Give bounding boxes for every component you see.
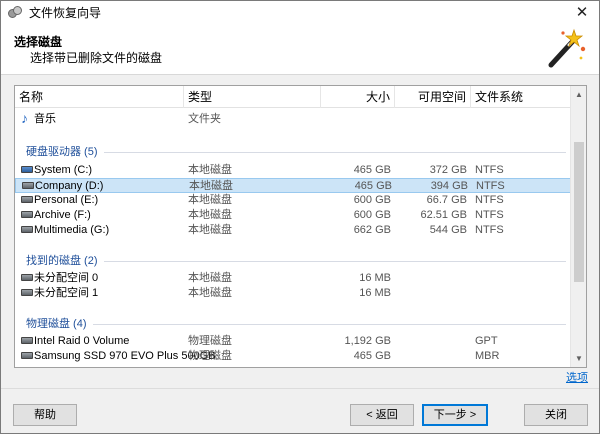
item-type: 本地磁盘	[189, 180, 233, 192]
drive-icon	[21, 289, 33, 297]
item-free: 372 GB	[429, 164, 467, 176]
app-disk-icon	[7, 4, 23, 20]
item-name: 音乐	[34, 113, 56, 125]
drive-icon	[21, 337, 33, 345]
item-free: 544 GB	[429, 224, 467, 236]
column-size[interactable]: 大小	[321, 86, 395, 108]
list-item-multimedia-g[interactable]: Multimedia (G:) 本地磁盘 662 GB 544 GB NTFS	[15, 223, 571, 238]
recovery-wizard-window: 文件恢复向导 ✕ 选择磁盘 选择带已删除文件的磁盘 视频 文件夹 ♪ 音乐 文件…	[0, 0, 600, 434]
item-size: 16 MB	[359, 287, 391, 299]
scroll-up-arrow-icon[interactable]: ▲	[571, 86, 586, 103]
wizard-header: 选择磁盘 选择带已删除文件的磁盘	[1, 23, 599, 75]
item-name: Intel Raid 0 Volume	[34, 335, 130, 347]
footer-divider	[1, 388, 599, 389]
next-button[interactable]: 下一步 >	[422, 404, 488, 426]
list-item-archive-f[interactable]: Archive (F:) 本地磁盘 600 GB 62.51 GB NTFS	[15, 208, 571, 223]
close-window-button[interactable]: ✕	[565, 1, 599, 23]
item-name: 未分配空间 0	[34, 272, 99, 284]
column-header: 名称 类型 大小 可用空间 文件系统	[15, 86, 571, 108]
list-item-personal-e[interactable]: Personal (E:) 本地磁盘 600 GB 66.7 GB NTFS	[15, 193, 571, 208]
list-item-intel-raid[interactable]: Intel Raid 0 Volume 物理磁盘 1,192 GB GPT	[15, 334, 571, 349]
help-button[interactable]: 帮助	[13, 404, 77, 426]
item-free: 394 GB	[430, 180, 468, 192]
item-type: 本地磁盘	[188, 287, 232, 299]
drive-icon	[21, 211, 33, 219]
item-size: 600 GB	[353, 209, 391, 221]
item-type: 本地磁盘	[188, 209, 232, 221]
group-title-physical-disks: 物理磁盘 (4)	[26, 316, 93, 332]
music-note-icon: ♪	[21, 110, 28, 126]
item-size: 16 MB	[359, 272, 391, 284]
drive-icon	[21, 352, 33, 360]
window-title: 文件恢复向导	[29, 5, 102, 20]
item-size: 600 GB	[353, 194, 391, 206]
item-fs: GPT	[475, 335, 498, 347]
item-name: 未分配空间 1	[34, 287, 99, 299]
item-type: 本地磁盘	[188, 272, 232, 284]
item-type: 文件夹	[188, 113, 221, 125]
list-item-samsung-ssd[interactable]: Samsung SSD 970 EVO Plus 500GB 物理磁盘 465 …	[15, 349, 571, 364]
item-free: 62.51 GB	[420, 209, 467, 221]
drive-icon	[21, 226, 33, 234]
list-item-company-d[interactable]: Company (D:) 本地磁盘 465 GB 394 GB NTFS	[15, 178, 571, 193]
group-title-found-disks: 找到的磁盘 (2)	[26, 253, 104, 269]
drive-icon	[22, 182, 34, 190]
item-fs: NTFS	[475, 164, 504, 176]
system-drive-icon	[21, 166, 33, 174]
item-size: 465 GB	[353, 164, 391, 176]
group-divider	[26, 261, 566, 262]
item-type: 本地磁盘	[188, 224, 232, 236]
list-item-system-c[interactable]: System (C:) 本地磁盘 465 GB 372 GB NTFS	[15, 163, 571, 178]
item-fs: NTFS	[475, 209, 504, 221]
column-type[interactable]: 类型	[184, 86, 321, 108]
group-divider	[26, 324, 566, 325]
options-link[interactable]: 选项	[566, 369, 588, 385]
item-name: System (C:)	[34, 164, 93, 176]
item-name: Company (D:)	[35, 180, 104, 192]
item-name: Archive (F:)	[34, 209, 91, 221]
back-button[interactable]: < 返回	[350, 404, 414, 426]
item-fs: NTFS	[475, 194, 504, 206]
item-type: 本地磁盘	[188, 194, 232, 206]
group-title-hard-drives: 硬盘驱动器 (5)	[26, 144, 104, 160]
scrollbar-thumb[interactable]	[574, 142, 584, 282]
list-item-unallocated-0[interactable]: 未分配空间 0 本地磁盘 16 MB	[15, 271, 571, 286]
item-size: 465 GB	[354, 180, 392, 192]
column-file-system[interactable]: 文件系统	[471, 86, 571, 108]
item-type: 本地磁盘	[188, 164, 232, 176]
vertical-scrollbar[interactable]: ▲ ▼	[570, 86, 586, 367]
column-name[interactable]: 名称	[15, 86, 184, 108]
item-type: 物理磁盘	[188, 335, 232, 347]
step-title: 选择磁盘	[14, 35, 63, 49]
item-name: Personal (E:)	[34, 194, 99, 206]
item-size: 465 GB	[353, 350, 391, 362]
step-subtitle: 选择带已删除文件的磁盘	[30, 51, 163, 65]
item-fs: NTFS	[475, 224, 504, 236]
list-item-unallocated-1[interactable]: 未分配空间 1 本地磁盘 16 MB	[15, 286, 571, 301]
drive-icon	[21, 196, 33, 204]
column-free-space[interactable]: 可用空间	[395, 86, 471, 108]
item-size: 662 GB	[353, 224, 391, 236]
title-bar: 文件恢复向导 ✕	[1, 1, 599, 23]
item-free: 66.7 GB	[426, 194, 467, 206]
close-button[interactable]: 关闭	[524, 404, 588, 426]
item-type: 物理磁盘	[188, 350, 232, 362]
group-divider	[26, 152, 566, 153]
item-name: Multimedia (G:)	[34, 224, 110, 236]
item-size: 1,192 GB	[344, 335, 391, 347]
item-fs: MBR	[475, 350, 500, 362]
scroll-down-arrow-icon[interactable]: ▼	[571, 350, 586, 367]
list-item-music[interactable]: ♪ 音乐 文件夹	[15, 110, 571, 127]
drive-icon	[21, 274, 33, 282]
item-fs: NTFS	[476, 180, 505, 192]
magic-wand-icon	[548, 28, 586, 68]
disk-list[interactable]: 视频 文件夹 ♪ 音乐 文件夹 硬盘驱动器 (5) System (C:) 本地…	[14, 85, 587, 368]
